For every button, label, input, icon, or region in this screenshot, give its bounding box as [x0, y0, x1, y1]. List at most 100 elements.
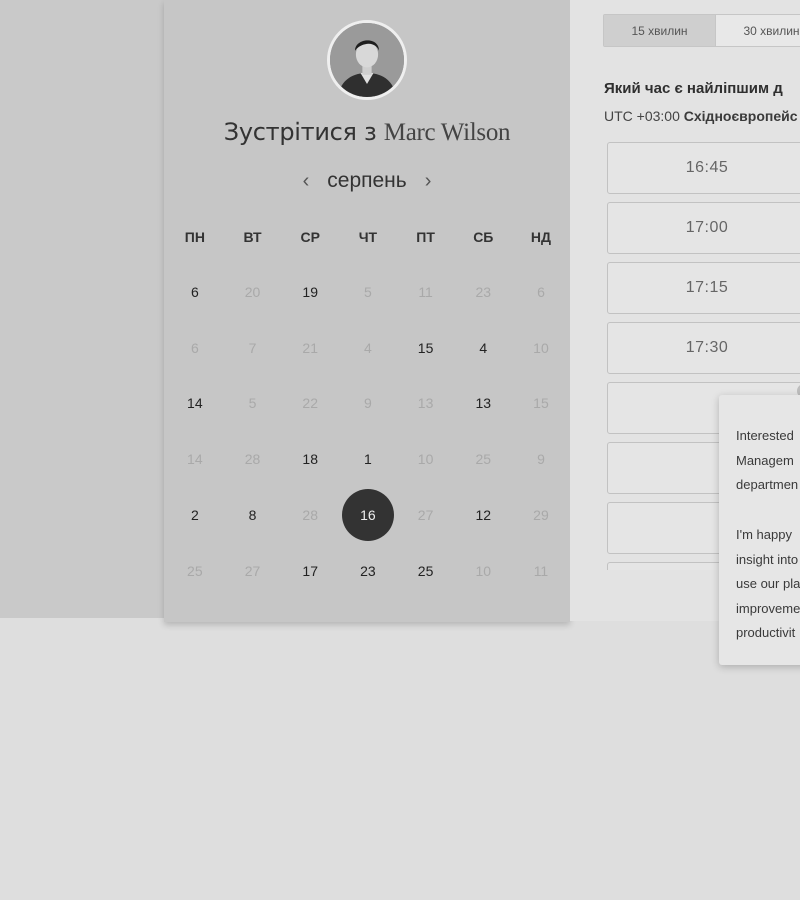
day-cell[interactable]: 25 — [397, 543, 455, 599]
person-photo-avatar-icon — [330, 23, 404, 97]
day-cell: 14 — [166, 431, 224, 487]
day-cell: 5 — [339, 264, 397, 320]
day-number: 1 — [364, 451, 372, 468]
tab-30-minutes[interactable]: 30 хвилин — [716, 15, 800, 46]
day-number: 18 — [302, 451, 318, 468]
weekday-label: ЧТ — [358, 229, 378, 245]
day-cell: 6 — [512, 264, 570, 320]
day-cell: 21 — [281, 320, 339, 376]
day-number: 29 — [533, 507, 549, 524]
day-number: 5 — [364, 283, 372, 300]
day-number: 4 — [364, 339, 372, 356]
host-name: Marc Wilson — [383, 119, 511, 146]
time-slot-button[interactable]: 17:00 — [607, 202, 800, 254]
chat-message-popup[interactable]: Interested Managem departmen I'm happy i… — [719, 395, 800, 665]
host-avatar — [327, 20, 407, 100]
selected-day-cell[interactable]: 16 — [339, 487, 397, 543]
day-number: 12 — [475, 507, 492, 524]
day-number: 11 — [418, 283, 433, 300]
tab-15-minutes[interactable]: 15 хвилин — [604, 15, 716, 46]
day-cell: 13 — [397, 376, 455, 432]
day-cell[interactable]: 14 — [166, 376, 224, 432]
day-cell[interactable]: 2 — [166, 487, 224, 543]
day-cell[interactable]: 19 — [281, 264, 339, 320]
day-cell[interactable]: 17 — [281, 543, 339, 599]
day-number: 16 — [341, 489, 394, 542]
best-time-heading: Який час є найліпшим д — [604, 80, 783, 97]
day-number: 5 — [248, 395, 257, 412]
weekday-label: ПТ — [416, 229, 435, 245]
timezone-offset: UTC +03:00 — [604, 108, 684, 124]
popup-message-paragraph: I'm happy insight into use our pla impro… — [736, 527, 800, 640]
day-cell: 7 — [224, 320, 282, 376]
meeting-title-prefix: Зустрітися з — [223, 118, 384, 146]
day-cell[interactable]: 8 — [224, 487, 282, 543]
day-number: 25 — [475, 451, 492, 468]
day-cell: 9 — [512, 431, 570, 487]
day-cell: 23 — [454, 264, 512, 320]
day-number: 9 — [364, 395, 372, 412]
day-number: 19 — [302, 283, 318, 300]
day-cell: 25 — [454, 431, 512, 487]
day-cell: 11 — [512, 543, 570, 599]
day-number: 15 — [533, 395, 549, 412]
day-cell: 28 — [224, 431, 282, 487]
day-number: 21 — [302, 339, 318, 356]
day-number: 17 — [302, 562, 318, 579]
day-cell: 27 — [224, 543, 282, 599]
day-number: 25 — [187, 562, 203, 579]
day-cell[interactable]: 13 — [454, 376, 512, 432]
day-cell: 10 — [512, 320, 570, 376]
day-cell: 25 — [166, 543, 224, 599]
day-cell: 6 — [166, 320, 224, 376]
day-cell[interactable]: 4 — [454, 320, 512, 376]
day-cell[interactable]: 18 — [281, 431, 339, 487]
time-slot-button[interactable]: 16:45 — [607, 142, 800, 194]
chevron-right-icon[interactable]: › — [425, 171, 432, 191]
day-cell: 10 — [397, 431, 455, 487]
day-cell[interactable]: 23 — [339, 543, 397, 599]
weekday-header: ПН ВТ СР ЧТ ПТ СБ НД — [166, 226, 570, 248]
day-number: 27 — [244, 562, 261, 579]
day-number: 9 — [537, 451, 545, 468]
weekday-label: ВТ — [243, 229, 262, 245]
timezone-label[interactable]: UTC +03:00 Східноєвропейс — [604, 108, 800, 124]
month-navigation: ‹ серпень › — [164, 166, 570, 196]
day-cell[interactable]: 1 — [339, 431, 397, 487]
weekday-label: СБ — [473, 229, 494, 245]
day-number: 10 — [417, 451, 434, 468]
day-number: 13 — [475, 395, 492, 412]
duration-tabs: 15 хвилин 30 хвилин — [603, 14, 800, 47]
day-number: 14 — [187, 395, 203, 412]
weekday-label: СР — [300, 229, 320, 245]
day-number: 27 — [417, 507, 434, 524]
weekday-label: НД — [530, 229, 552, 245]
day-number: 11 — [533, 562, 549, 579]
day-cell: 10 — [454, 543, 512, 599]
day-number: 14 — [187, 451, 203, 468]
day-grid: 6 20 19 5 11 23 6 6 7 21 4 15 4 10 14 5 22 9 13 13 15 14 28 18 1… — [166, 264, 570, 599]
popup-message-paragraph: Interested Managem departmen — [736, 428, 799, 492]
month-label: серпень — [327, 169, 407, 192]
day-cell: 9 — [339, 376, 397, 432]
day-cell: 27 — [397, 487, 455, 543]
day-number: 23 — [360, 562, 376, 579]
timezone-name: Східноєвропейс — [683, 108, 798, 124]
day-cell: 29 — [512, 487, 570, 543]
day-number: 6 — [537, 283, 545, 300]
day-cell[interactable]: 15 — [397, 320, 455, 376]
day-number: 13 — [417, 395, 434, 412]
day-number: 8 — [248, 507, 257, 524]
time-slot-button[interactable]: 17:15 — [607, 262, 800, 314]
day-cell: 20 — [224, 264, 282, 320]
day-number: 10 — [475, 562, 492, 579]
day-number: 23 — [475, 283, 492, 300]
time-slot-button[interactable]: 17:30 — [607, 322, 800, 374]
day-cell[interactable]: 12 — [454, 487, 512, 543]
day-number: 25 — [417, 562, 434, 579]
day-cell[interactable]: 6 — [166, 264, 224, 320]
chevron-left-icon[interactable]: ‹ — [303, 171, 310, 191]
day-cell: 28 — [281, 487, 339, 543]
day-cell: 22 — [281, 376, 339, 432]
calendar-panel: Зустрітися з Marc Wilson ‹ серпень › ПН … — [164, 0, 570, 622]
